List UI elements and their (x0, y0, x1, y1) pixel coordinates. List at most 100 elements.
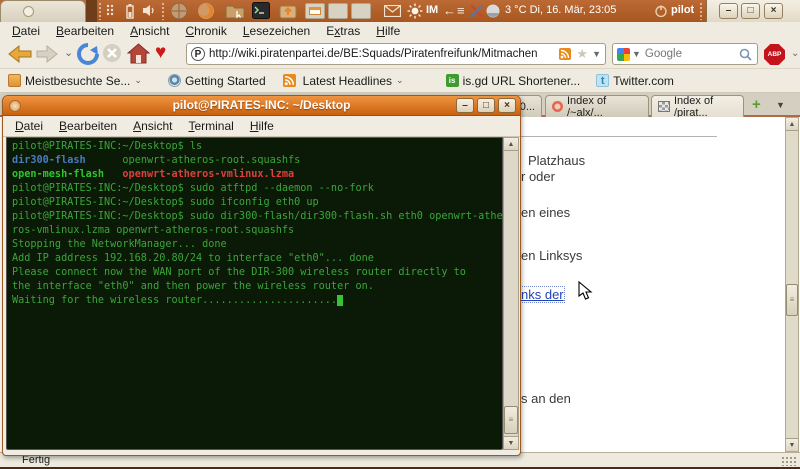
terminal-screen[interactable]: pilot@PIRATES-INC:~/Desktop$ ls dir300-fl… (6, 137, 503, 450)
terminal-scrollbar-thumb[interactable]: ≡ (504, 406, 518, 434)
tab-index-pirat[interactable]: Index of /pirat... (651, 95, 744, 119)
menu-item-terminal[interactable]: Terminal (180, 119, 241, 133)
terminal-line: Add IP address 192.168.20.80/24 to inter… (12, 253, 374, 264)
browser-launcher-icon[interactable] (170, 2, 188, 20)
reload-button[interactable] (77, 43, 99, 65)
tools-icon[interactable] (470, 4, 483, 18)
back-history-dropdown[interactable]: ⌄ (64, 46, 73, 59)
adblock-plus-icon[interactable]: ABP (764, 44, 785, 65)
brightness-icon[interactable] (407, 3, 423, 19)
terminal-line: the interface "eth0" and then power the … (12, 281, 374, 292)
panel-drag-handle[interactable] (98, 2, 103, 20)
arrow-left-icon[interactable]: ← (443, 3, 456, 19)
menu-item-extras[interactable]: Extras (318, 24, 368, 38)
adblock-dropdown-icon[interactable]: ⌄ (791, 48, 799, 59)
url-bar[interactable]: P ★ ▼ (186, 43, 606, 65)
search-go-icon[interactable] (739, 48, 752, 61)
scroll-up-icon[interactable]: ▲ (504, 138, 518, 151)
mail-icon[interactable] (384, 5, 401, 17)
battery-icon[interactable] (124, 3, 136, 19)
stop-button[interactable] (102, 43, 122, 63)
terminal-line: open-mesh-flash openwrt-atheros-vmlinux.… (12, 169, 295, 180)
menu-item-ansicht[interactable]: Ansicht (125, 119, 180, 133)
content-text-fragment: s an den (521, 391, 571, 406)
window-list-item[interactable] (0, 0, 86, 22)
rss-feed-icon[interactable] (559, 48, 572, 60)
file-manager-icon[interactable] (225, 3, 245, 19)
home-button[interactable] (127, 43, 150, 64)
menu-item-hilfe[interactable]: Hilfe (242, 119, 282, 133)
terminal-maximize-button[interactable]: □ (477, 98, 495, 113)
content-link[interactable]: nks der (520, 286, 565, 303)
resize-grip[interactable] (781, 456, 797, 466)
weather-icon (486, 4, 500, 18)
search-engine-dropdown-icon[interactable]: ▼ (632, 49, 641, 59)
panel-drag-handle[interactable] (161, 2, 166, 20)
back-button[interactable] (7, 43, 33, 65)
bookmark-label: Meistbesuchte Se... (25, 73, 131, 88)
update-manager-icon[interactable] (279, 2, 297, 19)
search-input[interactable] (644, 48, 734, 60)
terminal-body: pilot@PIRATES-INC:~/Desktop$ ls dir300-fl… (3, 137, 520, 454)
forward-button[interactable] (35, 43, 59, 65)
titlebar-corner: – □ × (706, 0, 800, 22)
bookmark-twitter[interactable]: t Twitter.com (596, 74, 674, 88)
bookmark-most-visited[interactable]: Meistbesuchte Se... ⌄ (8, 74, 142, 88)
menu-item-bearbeiten[interactable]: Bearbeiten (48, 24, 122, 38)
menu-item-hilfe[interactable]: Hilfe (368, 24, 408, 38)
volume-icon[interactable] (142, 3, 157, 18)
bookmark-isgd[interactable]: is is.gd URL Shortener... (445, 73, 581, 88)
scroll-down-icon[interactable]: ▼ (786, 438, 798, 451)
heart-bookmark-icon[interactable]: ♥ (155, 42, 166, 64)
window-preview-tile[interactable] (305, 3, 325, 19)
bookmark-label: Latest Headlines (302, 73, 393, 88)
bookmark-getting-started[interactable]: Getting Started (167, 74, 266, 88)
terminal-line: Please connect now the WAN port of the D… (12, 267, 466, 278)
url-dropdown-icon[interactable]: ▼ (592, 49, 601, 59)
menu-item-bearbeiten[interactable]: Bearbeiten (51, 119, 125, 133)
terminal-titlebar[interactable]: pilot@PIRATES-INC: ~/Desktop – □ × (3, 96, 520, 116)
power-icon[interactable] (655, 5, 667, 17)
twitter-icon: t (596, 74, 610, 87)
menu-item-datei[interactable]: Datei (4, 24, 48, 38)
terminal-minimize-button[interactable]: – (456, 98, 474, 113)
maximize-button[interactable]: □ (741, 3, 760, 19)
minimize-button[interactable]: – (719, 3, 738, 19)
terminal-window[interactable]: pilot@PIRATES-INC: ~/Desktop – □ × Datei… (2, 95, 521, 456)
terminal-launcher-icon[interactable] (252, 2, 270, 19)
chevron-down-icon: ⌄ (134, 75, 142, 85)
menu-item-lesezeichen[interactable]: Lesezeichen (235, 24, 318, 38)
user-menu-label[interactable]: pilot (671, 4, 694, 16)
im-status-label[interactable]: IM (426, 4, 438, 16)
clock-weather-label[interactable]: 3 °C Di, 16. Mär, 23:05 (505, 4, 616, 16)
menu-item-ansicht[interactable]: Ansicht (122, 24, 177, 38)
terminal-scrollbar[interactable]: ▲ ≡ ▼ (503, 137, 519, 450)
tab-index-alx[interactable]: Index of /~alx/... (545, 94, 649, 119)
content-scrollbar[interactable]: ▲ ≡ ▼ (785, 117, 799, 452)
terminal-line: ros-vmlinux.lzma openwrt-atheros-root.sq… (12, 225, 295, 236)
window-menu-icon (23, 6, 34, 17)
notification-grid-icon[interactable] (106, 3, 118, 18)
firefox-launcher-icon[interactable] (197, 2, 215, 20)
bookmark-latest-headlines[interactable]: Latest Headlines ⌄ (280, 74, 404, 88)
panel-drag-handle[interactable] (699, 2, 704, 20)
tab-label: 0... (519, 100, 535, 113)
terminal-close-button[interactable]: × (498, 98, 516, 113)
menu-lines-icon[interactable]: ≡ (457, 3, 465, 19)
menu-item-datei[interactable]: Datei (7, 119, 51, 133)
tab-label: Index of /~alx/... (567, 94, 607, 119)
new-tab-button[interactable]: + (752, 97, 761, 113)
tab-list-dropdown-icon[interactable]: ▼ (776, 100, 785, 110)
bookmark-star-icon[interactable]: ★ (576, 47, 588, 60)
window-preview-tile[interactable] (351, 3, 371, 19)
bookmark-label: is.gd URL Shortener... (462, 73, 581, 88)
scroll-up-icon[interactable]: ▲ (786, 118, 798, 131)
window-preview-tile[interactable] (328, 3, 348, 19)
scrollbar-thumb[interactable]: ≡ (786, 284, 798, 316)
scroll-down-icon[interactable]: ▼ (504, 436, 518, 449)
url-input[interactable] (209, 48, 557, 60)
search-bar[interactable]: ▼ (612, 43, 758, 65)
menu-item-chronik[interactable]: Chronik (177, 24, 234, 38)
close-button[interactable]: × (764, 3, 783, 19)
tab-favicon (552, 101, 563, 112)
